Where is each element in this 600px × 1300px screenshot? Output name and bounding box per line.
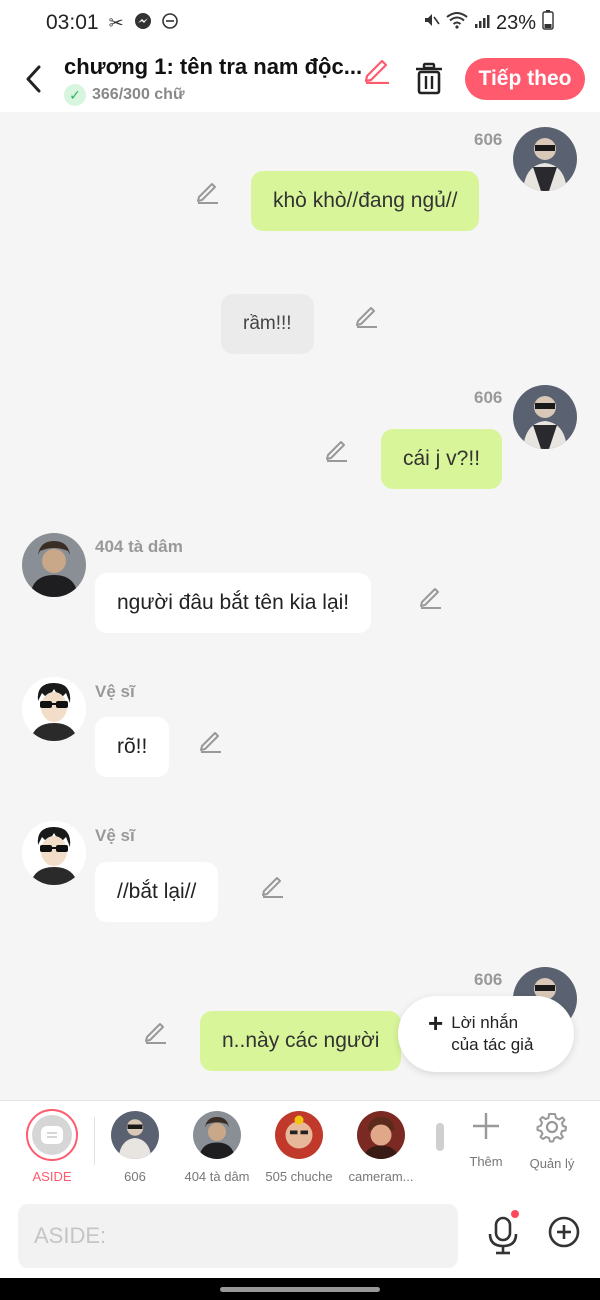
character-505[interactable]: 505 chuche xyxy=(259,1111,339,1184)
pencil-icon xyxy=(262,877,283,898)
add-label: Thêm xyxy=(469,1154,503,1169)
manage-label: Quản lý xyxy=(529,1156,575,1171)
avatar xyxy=(275,1111,323,1159)
editor-header: chương 1: tên tra nam độc... ✓ 366/300 c… xyxy=(0,46,600,112)
capcut-icon: ✂ xyxy=(108,12,124,33)
pencil-icon xyxy=(197,183,218,204)
back-arrow-icon xyxy=(26,65,41,93)
sender-name: 606 xyxy=(474,388,503,407)
battery-icon xyxy=(542,10,554,36)
manage-button[interactable]: Quản lý xyxy=(522,1111,582,1171)
sender-name: 606 xyxy=(474,130,503,149)
character-label: 606 xyxy=(124,1169,146,1184)
pencil-icon xyxy=(326,441,347,462)
author-note-line1: Lời nhắn xyxy=(451,1013,519,1032)
pencil-icon xyxy=(200,732,221,753)
input-row xyxy=(0,1194,600,1278)
avatar-606[interactable] xyxy=(513,385,577,449)
add-character-button[interactable]: Thêm xyxy=(456,1111,516,1169)
system-navigation-bar xyxy=(0,1278,600,1300)
edit-message-button[interactable] xyxy=(195,178,221,204)
word-count-text: 366/300 chữ xyxy=(92,86,185,103)
gear-icon xyxy=(536,1113,567,1143)
character-camera[interactable]: cameram... xyxy=(341,1111,421,1184)
signal-icon xyxy=(474,12,490,35)
do-not-disturb-icon xyxy=(161,12,178,34)
edit-message-button[interactable] xyxy=(260,872,286,898)
message-bubble[interactable]: khò khò//đang ngủ// xyxy=(251,171,480,231)
wifi-icon xyxy=(446,11,468,35)
character-label: 505 chuche xyxy=(265,1169,333,1184)
battery-percent: 23% xyxy=(495,11,536,34)
avatar-ve-si[interactable] xyxy=(22,677,86,741)
avatar-606[interactable] xyxy=(513,127,577,191)
check-icon: ✓ xyxy=(64,84,86,106)
add-content-button[interactable] xyxy=(548,1216,580,1248)
avatar xyxy=(357,1111,405,1159)
character-606[interactable]: 606 xyxy=(95,1111,175,1184)
microphone-icon xyxy=(488,1216,518,1255)
message-bubble[interactable]: cái j v?!! xyxy=(381,429,503,489)
home-handle[interactable] xyxy=(220,1287,380,1292)
back-button[interactable] xyxy=(18,62,48,96)
character-label: cameram... xyxy=(348,1169,414,1184)
plus-icon: + xyxy=(428,1008,444,1038)
more-characters-hint xyxy=(436,1123,444,1151)
message-input[interactable] xyxy=(18,1204,458,1268)
recording-indicator-dot xyxy=(511,1210,519,1218)
edit-message-button[interactable] xyxy=(354,302,380,328)
character-label: 404 tà dâm xyxy=(184,1169,250,1184)
sender-name: 404 tà dâm xyxy=(95,537,183,556)
avatar-ve-si[interactable] xyxy=(22,821,86,885)
sender-name: Vệ sĩ xyxy=(95,682,135,701)
chat-area[interactable]: 606 khò khò//đang ngủ// rầm!!! 606 cái j… xyxy=(0,112,600,1100)
edit-message-button[interactable] xyxy=(324,436,350,462)
plus-icon xyxy=(473,1113,499,1139)
narration-bubble[interactable]: rầm!!! xyxy=(221,294,314,354)
message-bubble[interactable]: //bắt lại// xyxy=(95,862,219,922)
avatar-404[interactable] xyxy=(22,533,86,597)
chat-bubble-icon xyxy=(41,1126,63,1144)
character-404[interactable]: 404 tà dâm xyxy=(177,1111,257,1184)
message-bubble[interactable]: rõ!! xyxy=(95,717,170,777)
edit-message-button[interactable] xyxy=(198,727,224,753)
delete-button[interactable] xyxy=(414,62,444,96)
pencil-icon xyxy=(356,307,377,328)
pencil-icon xyxy=(145,1023,166,1044)
microphone-button[interactable] xyxy=(486,1216,520,1256)
plus-circle-icon xyxy=(548,1216,580,1248)
message-bubble[interactable]: người đâu bắt tên kia lại! xyxy=(95,573,372,633)
word-count: ✓ 366/300 chữ xyxy=(64,84,185,106)
mute-icon xyxy=(422,11,440,35)
messenger-icon xyxy=(134,12,152,35)
author-note-line2: của tác giả xyxy=(451,1035,534,1054)
edit-message-button[interactable] xyxy=(418,583,444,609)
author-note-button[interactable]: + Lời nhắn của tác giả xyxy=(398,996,574,1072)
pencil-icon xyxy=(420,588,441,609)
trash-icon xyxy=(416,62,442,95)
chapter-title[interactable]: chương 1: tên tra nam độc... xyxy=(64,54,362,80)
status-bar: 03:01 ✂ 23% xyxy=(0,0,600,46)
pencil-icon xyxy=(364,59,389,85)
edit-title-button[interactable] xyxy=(362,54,392,85)
aside-label: ASIDE xyxy=(32,1169,72,1184)
sender-name: 606 xyxy=(474,970,503,989)
aside-button[interactable] xyxy=(26,1109,78,1161)
avatar xyxy=(111,1111,159,1159)
edit-message-button[interactable] xyxy=(143,1018,169,1044)
avatar xyxy=(193,1111,241,1159)
character-bar: ASIDE 606 404 tà dâm 505 chuche cameram.… xyxy=(0,1100,600,1194)
message-bubble[interactable]: n..này các người xyxy=(200,1011,402,1071)
sender-name: Vệ sĩ xyxy=(95,826,135,845)
status-time: 03:01 xyxy=(46,11,99,34)
next-button[interactable]: Tiếp theo xyxy=(465,58,585,100)
